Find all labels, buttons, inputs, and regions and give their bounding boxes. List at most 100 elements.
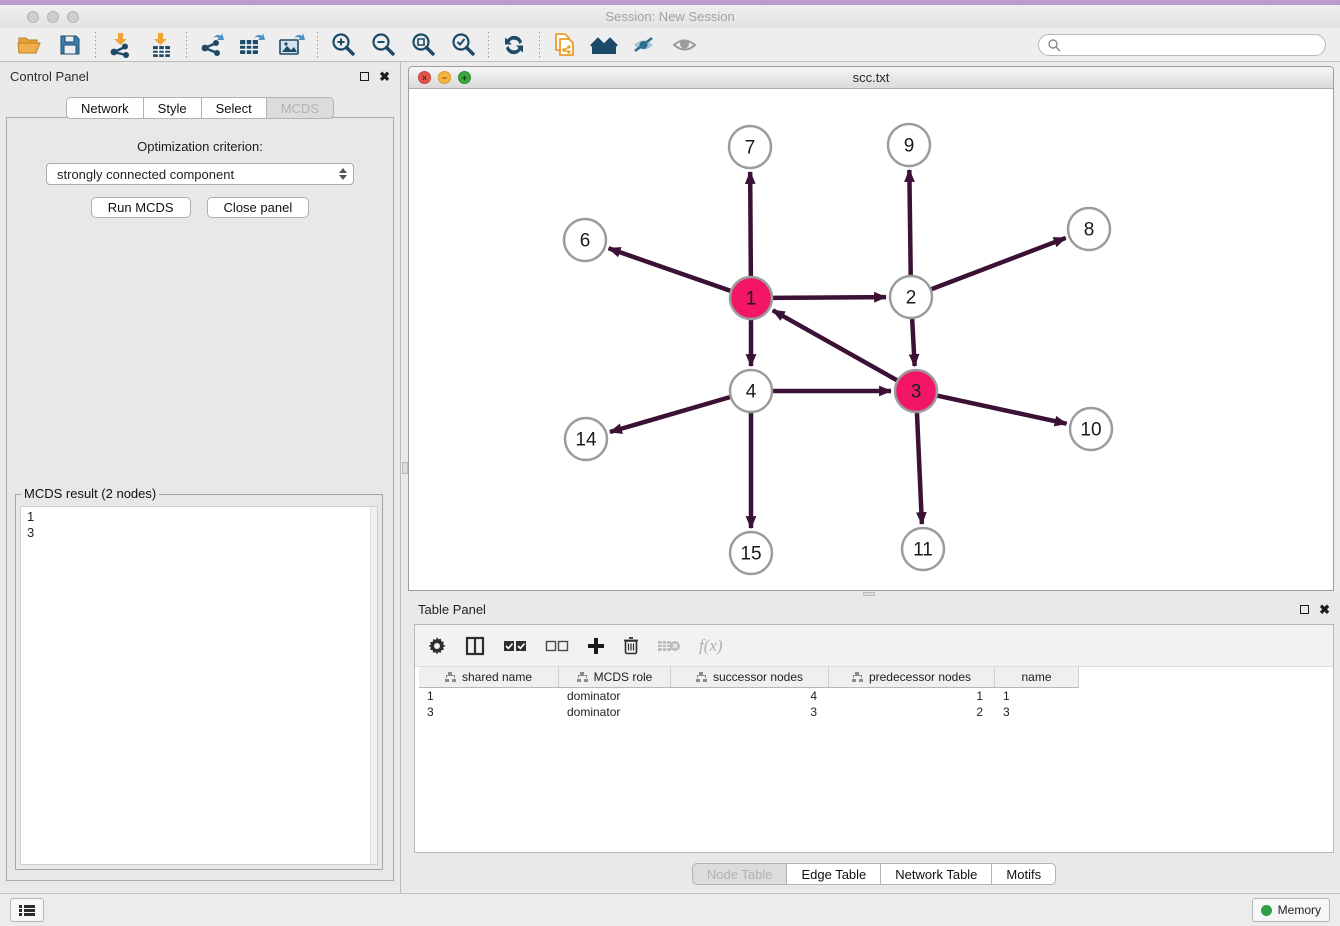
mcds-result-scrollbar[interactable] <box>370 507 377 864</box>
zoom-fit-button[interactable] <box>403 30 443 60</box>
graph-node-4[interactable]: 4 <box>730 370 772 412</box>
show-all-button[interactable] <box>665 30 705 60</box>
close-panel-button[interactable]: Close panel <box>207 197 310 218</box>
float-panel-icon[interactable] <box>1300 605 1309 614</box>
graph-node-9[interactable]: 9 <box>888 124 930 166</box>
table-row[interactable]: 1 dominator 4 1 1 <box>419 688 1079 704</box>
zoom-selected-button[interactable] <box>443 30 483 60</box>
graph-node-14[interactable]: 14 <box>565 418 607 460</box>
graph-node-8[interactable]: 8 <box>1068 208 1110 250</box>
show-all-icon <box>671 34 699 56</box>
graph-edge-1-6[interactable] <box>609 248 731 290</box>
memory-button[interactable]: Memory <box>1252 898 1330 922</box>
graph-edge-3-1[interactable] <box>773 310 897 380</box>
run-mcds-button[interactable]: Run MCDS <box>91 197 191 218</box>
graph-edge-3-10[interactable] <box>937 396 1066 424</box>
open-session-icon <box>17 34 43 56</box>
column-header-predecessor-nodes[interactable]: predecessor nodes <box>829 667 995 687</box>
graph-edge-1-7[interactable] <box>750 172 751 276</box>
zoom-in-icon <box>330 32 356 58</box>
criterion-select[interactable]: strongly connected component <box>46 163 354 185</box>
open-session-button[interactable] <box>10 30 50 60</box>
save-session-button[interactable] <box>50 30 90 60</box>
cell-successor-nodes[interactable]: 3 <box>671 704 829 720</box>
tab-network[interactable]: Network <box>66 97 143 119</box>
task-history-button[interactable] <box>10 898 44 922</box>
duplicate-network-button[interactable] <box>545 30 585 60</box>
table-tabs: Node Table Edge Table Network Table Moti… <box>408 863 1340 885</box>
graph-node-2[interactable]: 2 <box>890 276 932 318</box>
delete-column-icon[interactable] <box>623 636 639 655</box>
graph-node-7[interactable]: 7 <box>729 126 771 168</box>
cell-mcds-role[interactable]: dominator <box>559 704 671 720</box>
column-header-shared-name[interactable]: shared name <box>419 667 559 687</box>
export-image-button[interactable] <box>272 30 312 60</box>
graph-edge-2-9[interactable] <box>909 170 910 275</box>
cell-predecessor-nodes[interactable]: 2 <box>829 704 995 720</box>
import-table-button[interactable] <box>141 30 181 60</box>
cell-shared-name[interactable]: 3 <box>419 704 559 720</box>
zoom-out-button[interactable] <box>363 30 403 60</box>
network-graph[interactable]: 7 9 6 8 1 2 4 3 14 10 15 11 <box>409 89 1333 590</box>
close-panel-icon[interactable]: ✖ <box>1319 605 1330 614</box>
graph-edge-3-11[interactable] <box>917 413 922 524</box>
network-search-field[interactable] <box>1038 34 1326 56</box>
cell-name[interactable]: 3 <box>995 704 1079 720</box>
tab-mcds[interactable]: MCDS <box>266 97 334 119</box>
tab-network-table[interactable]: Network Table <box>880 863 991 885</box>
graph-edge-2-8[interactable] <box>932 238 1066 289</box>
criterion-value: strongly connected component <box>57 167 234 182</box>
cell-mcds-role[interactable]: dominator <box>559 688 671 704</box>
select-all-columns-icon[interactable] <box>503 639 527 653</box>
tab-node-table[interactable]: Node Table <box>692 863 787 885</box>
import-network-button[interactable] <box>101 30 141 60</box>
first-neighbors-button[interactable] <box>585 30 625 60</box>
hide-selected-button[interactable] <box>625 30 665 60</box>
graph-edge-1-2[interactable] <box>773 297 886 298</box>
tab-edge-table[interactable]: Edge Table <box>786 863 880 885</box>
network-window-titlebar[interactable]: × − + scc.txt <box>409 67 1333 89</box>
tab-style[interactable]: Style <box>143 97 201 119</box>
graph-node-3[interactable]: 3 <box>895 370 937 412</box>
refresh-button[interactable] <box>494 30 534 60</box>
graph-node-label: 4 <box>746 382 757 403</box>
mcds-result-text[interactable]: 1 3 <box>20 506 378 865</box>
add-column-icon[interactable] <box>587 637 605 655</box>
graph-node-label: 11 <box>913 540 933 561</box>
zoom-in-button[interactable] <box>323 30 363 60</box>
graph-node-11[interactable]: 11 <box>902 528 944 570</box>
graph-edge-2-3[interactable] <box>912 319 915 366</box>
float-panel-icon[interactable] <box>360 72 369 81</box>
graph-node-label: 9 <box>904 136 915 157</box>
graph-node-6[interactable]: 6 <box>564 219 606 261</box>
vertical-splitter[interactable] <box>400 62 408 893</box>
column-header-successor-nodes[interactable]: successor nodes <box>671 667 829 687</box>
cell-predecessor-nodes[interactable]: 1 <box>829 688 995 704</box>
table-row[interactable]: 3 dominator 3 2 3 <box>419 704 1079 720</box>
close-panel-icon[interactable]: ✖ <box>379 72 390 81</box>
graph-node-label: 3 <box>911 382 922 403</box>
delete-table-icon[interactable] <box>657 638 681 654</box>
graph-node-1[interactable]: 1 <box>730 277 772 319</box>
graph-node-10[interactable]: 10 <box>1070 408 1112 450</box>
tab-motifs[interactable]: Motifs <box>991 863 1056 885</box>
graph-node-15[interactable]: 15 <box>730 532 772 574</box>
column-header-name[interactable]: name <box>995 667 1079 687</box>
column-header-mcds-role[interactable]: MCDS role <box>559 667 671 687</box>
column-settings-gear-icon[interactable] <box>427 636 447 656</box>
function-builder-icon[interactable]: f(x) <box>699 636 723 656</box>
export-network-button[interactable] <box>192 30 232 60</box>
graph-edge-4-14[interactable] <box>610 397 730 432</box>
splitter-grip[interactable] <box>863 592 875 596</box>
search-input[interactable] <box>1066 38 1317 52</box>
control-panel-header: Control Panel ✖ <box>0 62 400 90</box>
cell-name[interactable]: 1 <box>995 688 1079 704</box>
cell-successor-nodes[interactable]: 4 <box>671 688 829 704</box>
export-table-button[interactable] <box>232 30 272 60</box>
tab-select[interactable]: Select <box>201 97 266 119</box>
show-column-panel-icon[interactable] <box>465 636 485 656</box>
cell-shared-name[interactable]: 1 <box>419 688 559 704</box>
network-canvas[interactable]: 7 9 6 8 1 2 4 3 14 10 15 11 <box>409 89 1333 590</box>
main-toolbar <box>0 28 1340 62</box>
unselect-all-columns-icon[interactable] <box>545 639 569 653</box>
